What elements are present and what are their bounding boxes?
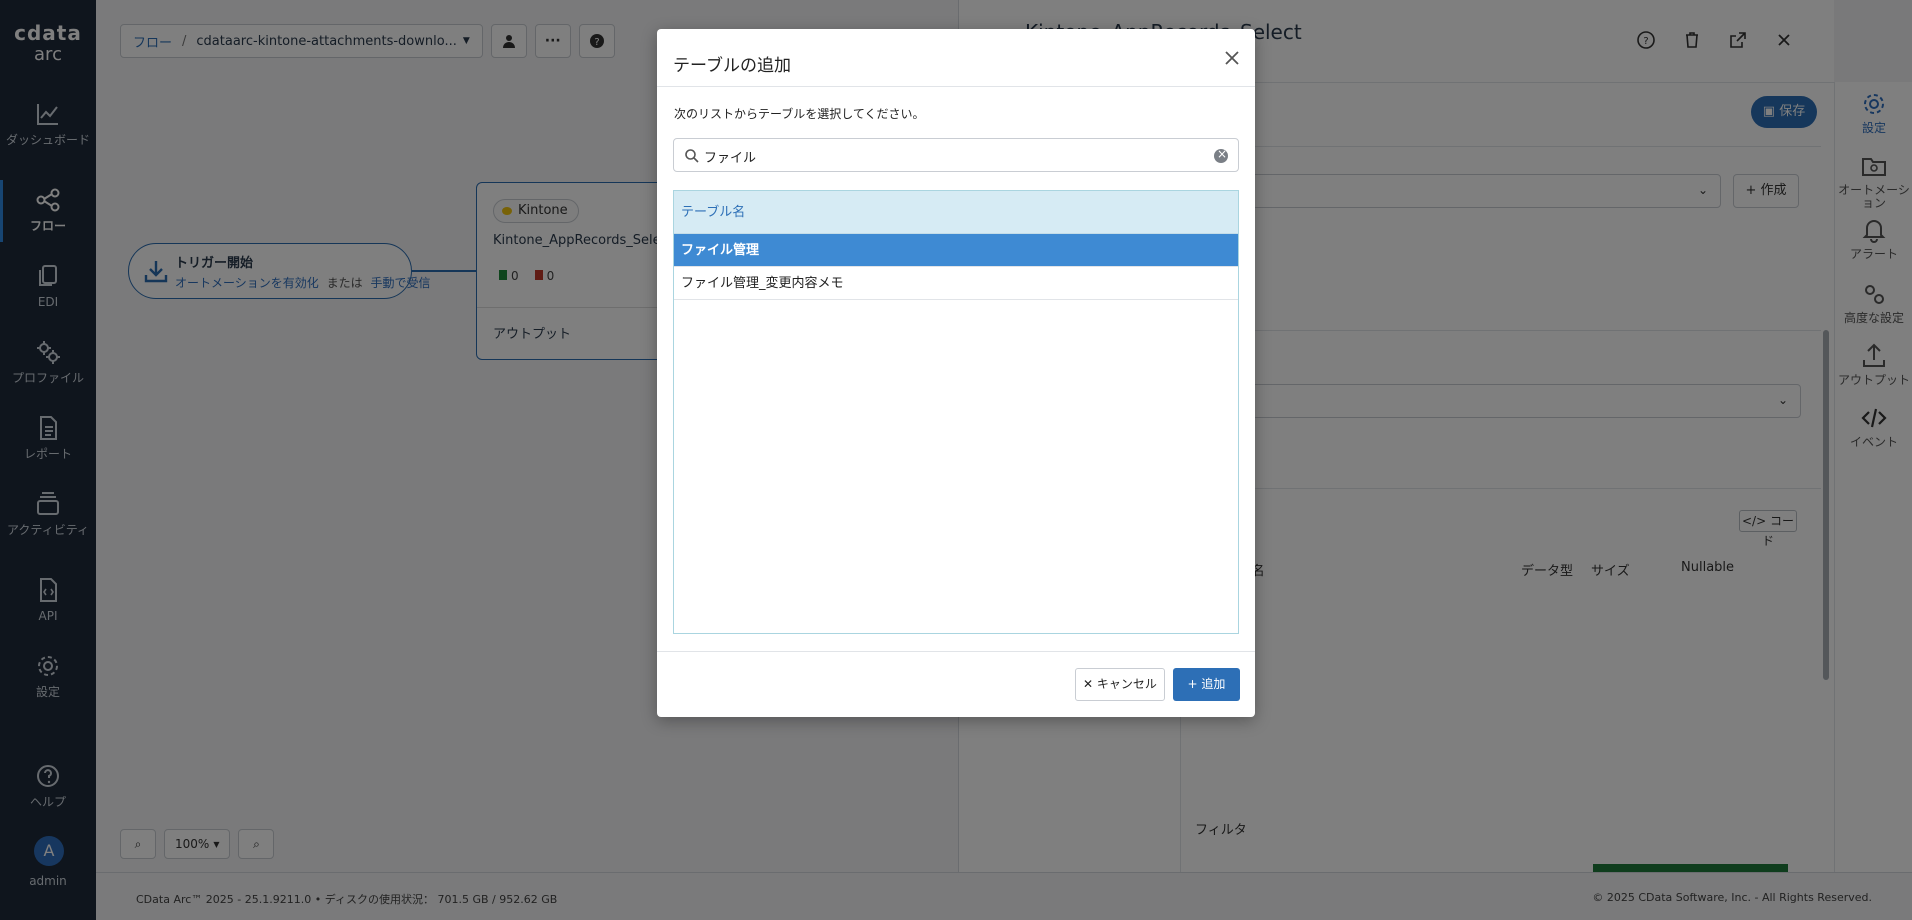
- search-input[interactable]: [704, 145, 1204, 167]
- table-list-header[interactable]: テーブル名: [674, 191, 1238, 234]
- table-list: テーブル名 ファイル管理 ファイル管理_変更内容メモ: [673, 190, 1239, 634]
- dialog-instruction: 次のリストからテーブルを選択してください。: [674, 107, 925, 121]
- add-table-dialog: テーブルの追加 次のリストからテーブルを選択してください。 テーブル名 ファイル…: [657, 29, 1255, 717]
- dialog-header-divider: [657, 86, 1255, 87]
- dialog-title: テーブルの追加: [673, 56, 791, 76]
- add-button[interactable]: + 追加: [1173, 668, 1240, 701]
- table-row[interactable]: ファイル管理_変更内容メモ: [674, 267, 1238, 300]
- close-icon[interactable]: [1221, 47, 1243, 69]
- add-label: 追加: [1201, 677, 1226, 691]
- cancel-button[interactable]: ✕ キャンセル: [1075, 668, 1165, 701]
- table-search: [673, 138, 1239, 172]
- dialog-footer-divider: [657, 651, 1255, 652]
- clear-search-icon[interactable]: [1214, 147, 1228, 163]
- cancel-label: キャンセル: [1096, 677, 1157, 691]
- table-row[interactable]: ファイル管理: [674, 234, 1238, 267]
- x-icon: ✕: [1083, 677, 1097, 691]
- plus-icon: +: [1187, 677, 1202, 691]
- search-icon: [685, 149, 699, 163]
